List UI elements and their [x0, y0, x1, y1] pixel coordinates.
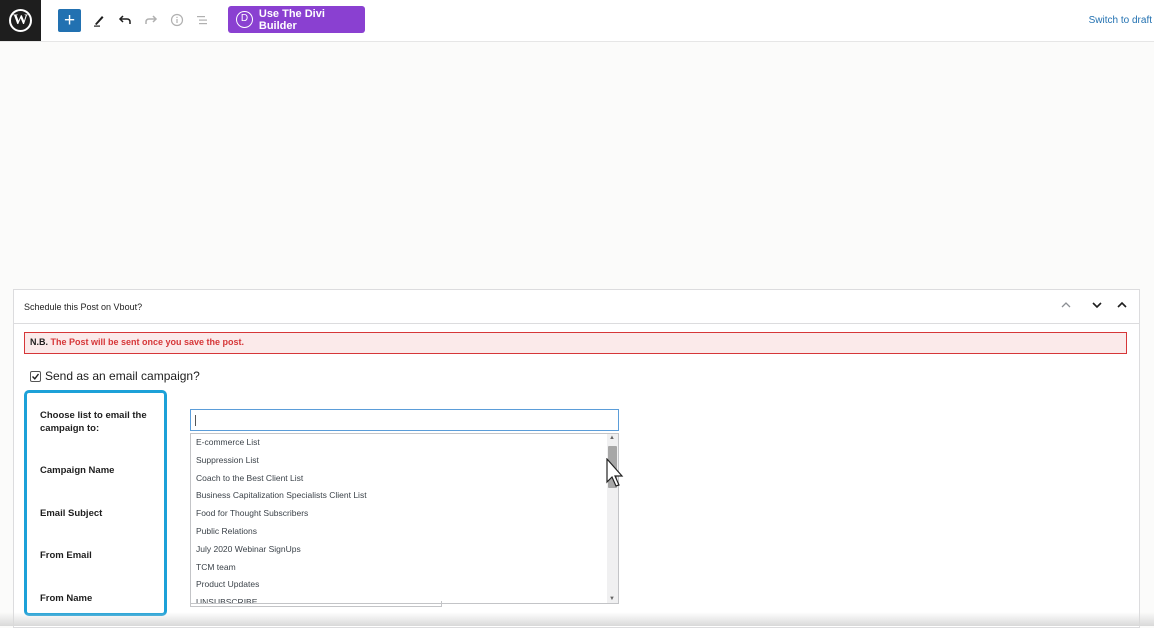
use-divi-builder-button[interactable]: D Use The Divi Builder — [228, 6, 365, 33]
edit-tool-button[interactable] — [91, 9, 107, 31]
info-icon — [170, 13, 184, 27]
text-caret — [195, 415, 196, 426]
move-down-button[interactable] — [1091, 299, 1103, 314]
from-email-label: From Email — [40, 550, 92, 561]
redo-icon — [145, 15, 158, 24]
undo-icon — [118, 15, 131, 24]
list-option[interactable]: July 2020 Webinar SignUps — [191, 541, 618, 559]
email-campaign-checkbox[interactable] — [30, 370, 41, 382]
notice-message: The Post will be sent once you save the … — [50, 337, 245, 347]
mouse-cursor-icon — [606, 458, 624, 487]
wordpress-logo-icon: W — [9, 9, 32, 32]
redo-button[interactable] — [143, 9, 159, 31]
chevron-down-icon — [1092, 302, 1102, 309]
list-option[interactable]: Coach to the Best Client List — [191, 470, 618, 488]
list-option[interactable]: Public Relations — [191, 523, 618, 541]
campaign-name-label: Campaign Name — [40, 465, 115, 476]
bottom-fade — [0, 612, 1154, 626]
list-search-input[interactable] — [190, 409, 619, 431]
pencil-icon — [94, 16, 104, 27]
list-option[interactable]: E-commerce List — [191, 434, 618, 452]
campaign-name-input[interactable] — [190, 601, 442, 607]
list-option[interactable]: Suppression List — [191, 452, 618, 470]
undo-button[interactable] — [117, 9, 133, 31]
from-name-label: From Name — [40, 593, 93, 604]
editor-toolbar: W + D Use The Divi Builder Switch to dra… — [0, 0, 1154, 42]
switch-to-draft-link[interactable]: Switch to draft — [1089, 15, 1152, 26]
metabox-title: Schedule this Post on Vbout? — [24, 302, 143, 312]
list-view-icon — [197, 16, 207, 25]
divi-logo-icon: D — [236, 11, 253, 28]
save-notice: N.B. The Post will be sent once you save… — [24, 332, 1127, 354]
list-option[interactable]: Food for Thought Subscribers — [191, 505, 618, 523]
email-campaign-label: Send as an email campaign? — [45, 369, 200, 383]
scroll-down-arrow-icon[interactable]: ▼ — [609, 596, 615, 602]
list-option[interactable]: TCM team — [191, 559, 618, 577]
divi-button-label: Use The Divi Builder — [258, 7, 325, 32]
add-block-button[interactable]: + — [58, 9, 81, 32]
vbout-schedule-metabox: Schedule this Post on Vbout? N.B. The Po… — [13, 289, 1140, 628]
toggle-panel-button[interactable] — [1116, 299, 1128, 314]
metabox-header: Schedule this Post on Vbout? — [14, 290, 1139, 324]
email-subject-label: Email Subject — [40, 508, 103, 519]
notice-prefix: N.B. — [30, 337, 48, 347]
wordpress-logo-button[interactable]: W — [0, 0, 41, 41]
scroll-up-arrow-icon[interactable]: ▲ — [609, 435, 615, 441]
choose-list-label: Choose list to email the campaign to: — [40, 410, 147, 434]
move-up-button[interactable] — [1060, 299, 1072, 314]
list-view-button[interactable] — [194, 9, 210, 31]
checkmark-icon — [32, 373, 40, 380]
collapse-arrow-icon — [1117, 301, 1127, 308]
details-button[interactable] — [169, 9, 185, 31]
email-campaign-option[interactable]: Send as an email campaign? — [30, 369, 200, 383]
list-option[interactable]: Product Updates — [191, 576, 618, 594]
list-option[interactable]: Business Capitalization Specialists Clie… — [191, 487, 618, 505]
list-options-dropdown[interactable]: E-commerce List Suppression List Coach t… — [190, 433, 619, 604]
chevron-up-icon — [1061, 302, 1071, 308]
